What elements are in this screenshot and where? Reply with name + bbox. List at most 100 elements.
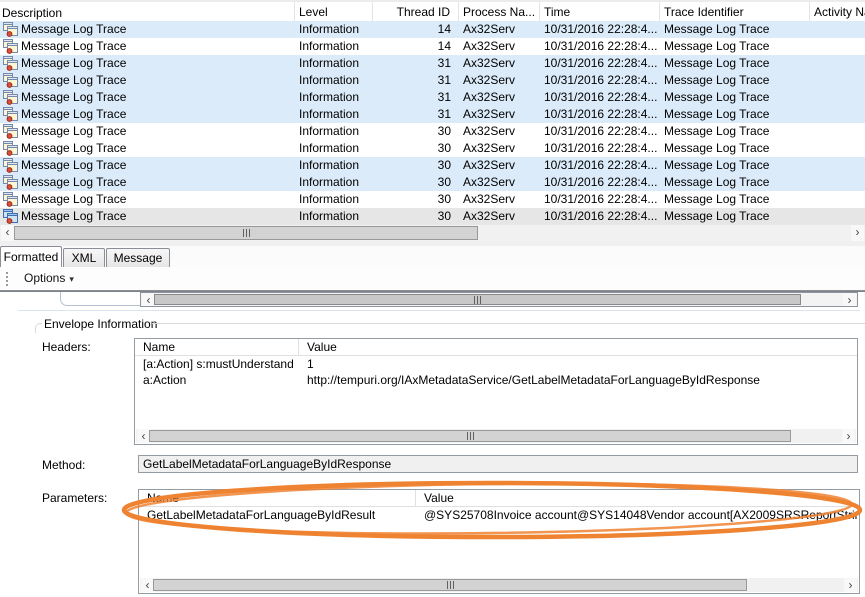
activity-name-cell (810, 21, 865, 38)
table-row[interactable]: Message Log TraceInformation14Ax32Serv10… (0, 21, 865, 38)
table-row[interactable]: a:Actionhttp://tempuri.org/IAxMetadataSe… (135, 372, 857, 388)
activity-name-cell (810, 174, 865, 191)
description-cell: Message Log Trace (0, 21, 295, 38)
content-top-scrollbar[interactable]: ‹ › (140, 292, 858, 307)
headers-table-scrollbar[interactable]: ‹ › (136, 429, 856, 443)
time-cell: 10/31/2016 22:28:4... (540, 72, 660, 89)
scroll-left-icon[interactable]: ‹ (1, 225, 14, 241)
table-row[interactable]: Message Log TraceInformation30Ax32Serv10… (0, 208, 865, 225)
thread-id-cell: 31 (373, 89, 459, 106)
table-row[interactable]: Message Log TraceInformation31Ax32Serv10… (0, 89, 865, 106)
options-label: Options (24, 271, 65, 285)
level-cell: Information (295, 174, 373, 191)
thread-id-cell: 30 (373, 208, 459, 225)
scrollbar-thumb[interactable] (153, 579, 747, 591)
thread-id-cell: 31 (373, 55, 459, 72)
column-header-level[interactable]: Level (295, 2, 373, 21)
message-log-trace-icon (2, 56, 18, 71)
scrollbar-grip-icon (467, 432, 474, 440)
level-cell: Information (295, 106, 373, 123)
parameters-table: Name Value GetLabelMetadataForLanguageBy… (138, 489, 860, 594)
trace-identifier-cell: Message Log Trace (660, 72, 810, 89)
name-cell: GetLabelMetadataForLanguageByIdResult (139, 507, 416, 523)
activity-name-cell (810, 157, 865, 174)
tab-message[interactable]: Message (106, 248, 170, 267)
description-cell: Message Log Trace (0, 140, 295, 157)
description-cell: Message Log Trace (0, 106, 295, 123)
column-header-time[interactable]: Time (540, 2, 660, 21)
scroll-right-icon[interactable]: › (842, 429, 855, 443)
description-cell: Message Log Trace (0, 174, 295, 191)
time-cell: 10/31/2016 22:28:4... (540, 55, 660, 72)
column-header-process-name[interactable]: Process Na... (459, 2, 540, 21)
table-header: Name Value (135, 339, 857, 356)
headers-table: Name Value [a:Action] s:mustUnderstand1a… (134, 338, 858, 445)
options-button[interactable]: Options▾ (20, 271, 78, 285)
trace-identifier-cell: Message Log Trace (660, 21, 810, 38)
level-cell: Information (295, 89, 373, 106)
table-row[interactable]: Message Log TraceInformation31Ax32Serv10… (0, 106, 865, 123)
method-value-field[interactable]: GetLabelMetadataForLanguageByIdResponse (138, 455, 858, 473)
name-column-header[interactable]: Name (135, 339, 299, 355)
trace-grid: Message Log TraceInformation14Ax32Serv10… (0, 21, 865, 225)
name-cell: [a:Action] s:mustUnderstand (135, 356, 299, 372)
column-header-description[interactable]: Description (0, 2, 295, 21)
formatted-view: ‹ › Envelope Information Headers: Name V… (0, 291, 865, 597)
value-column-header[interactable]: Value (416, 490, 859, 506)
message-log-trace-icon (2, 192, 18, 207)
message-log-trace-icon (2, 39, 18, 54)
envelope-group-title: Envelope Information (42, 317, 159, 331)
column-header-trace-identifier[interactable]: Trace Identifier (660, 2, 810, 21)
tab-xml[interactable]: XML (63, 248, 105, 267)
scrollbar-thumb[interactable] (154, 294, 801, 305)
table-row[interactable]: Message Log TraceInformation30Ax32Serv10… (0, 140, 865, 157)
time-cell: 10/31/2016 22:28:4... (540, 21, 660, 38)
level-cell: Information (295, 72, 373, 89)
value-column-header[interactable]: Value (299, 339, 857, 355)
table-row[interactable]: Message Log TraceInformation30Ax32Serv10… (0, 123, 865, 140)
column-header-thread-id[interactable]: Thread ID (373, 2, 459, 21)
table-row[interactable]: Message Log TraceInformation31Ax32Serv10… (0, 55, 865, 72)
activity-name-cell (810, 140, 865, 157)
trace-identifier-cell: Message Log Trace (660, 208, 810, 225)
time-cell: 10/31/2016 22:28:4... (540, 140, 660, 157)
table-row[interactable]: Message Log TraceInformation14Ax32Serv10… (0, 38, 865, 55)
time-cell: 10/31/2016 22:28:4... (540, 157, 660, 174)
grid-horizontal-scrollbar[interactable]: ‹ › (0, 225, 865, 241)
name-column-header[interactable]: Name (139, 490, 416, 506)
toolbar-grip-icon[interactable] (6, 272, 8, 286)
table-row[interactable]: Message Log TraceInformation30Ax32Serv10… (0, 191, 865, 208)
table-row[interactable]: Message Log TraceInformation30Ax32Serv10… (0, 157, 865, 174)
process-name-cell: Ax32Serv (459, 89, 540, 106)
scrollbar-thumb[interactable] (14, 226, 478, 240)
headers-label: Headers: (42, 340, 91, 354)
scrollbar-thumb[interactable] (149, 430, 791, 442)
time-cell: 10/31/2016 22:28:4... (540, 106, 660, 123)
column-header-activity-name[interactable]: Activity Na (810, 2, 865, 21)
trace-identifier-cell: Message Log Trace (660, 38, 810, 55)
table-row[interactable]: GetLabelMetadataForLanguageByIdResult@SY… (139, 507, 859, 523)
scrollbar-grip-icon (243, 229, 250, 237)
level-cell: Information (295, 21, 373, 38)
thread-id-cell: 31 (373, 72, 459, 89)
process-name-cell: Ax32Serv (459, 191, 540, 208)
level-cell: Information (295, 123, 373, 140)
message-log-trace-icon (2, 124, 18, 139)
description-cell: Message Log Trace (0, 191, 295, 208)
scrollbar-grip-icon (474, 296, 481, 304)
description-cell: Message Log Trace (0, 38, 295, 55)
scroll-right-icon[interactable]: › (851, 225, 864, 241)
table-body: [a:Action] s:mustUnderstand1a:Actionhttp… (135, 356, 857, 388)
table-row[interactable]: Message Log TraceInformation31Ax32Serv10… (0, 72, 865, 89)
value-cell: 1 (299, 356, 857, 372)
activity-name-cell (810, 208, 865, 225)
activity-name-cell (810, 106, 865, 123)
scroll-right-icon[interactable]: › (843, 293, 856, 306)
table-row[interactable]: Message Log TraceInformation30Ax32Serv10… (0, 174, 865, 191)
tab-formatted[interactable]: Formatted (0, 246, 62, 267)
time-cell: 10/31/2016 22:28:4... (540, 174, 660, 191)
parameters-table-scrollbar[interactable]: ‹ › (140, 578, 858, 592)
scroll-right-icon[interactable]: › (844, 578, 857, 592)
table-row[interactable]: [a:Action] s:mustUnderstand1 (135, 356, 857, 372)
message-log-trace-icon (2, 22, 18, 37)
